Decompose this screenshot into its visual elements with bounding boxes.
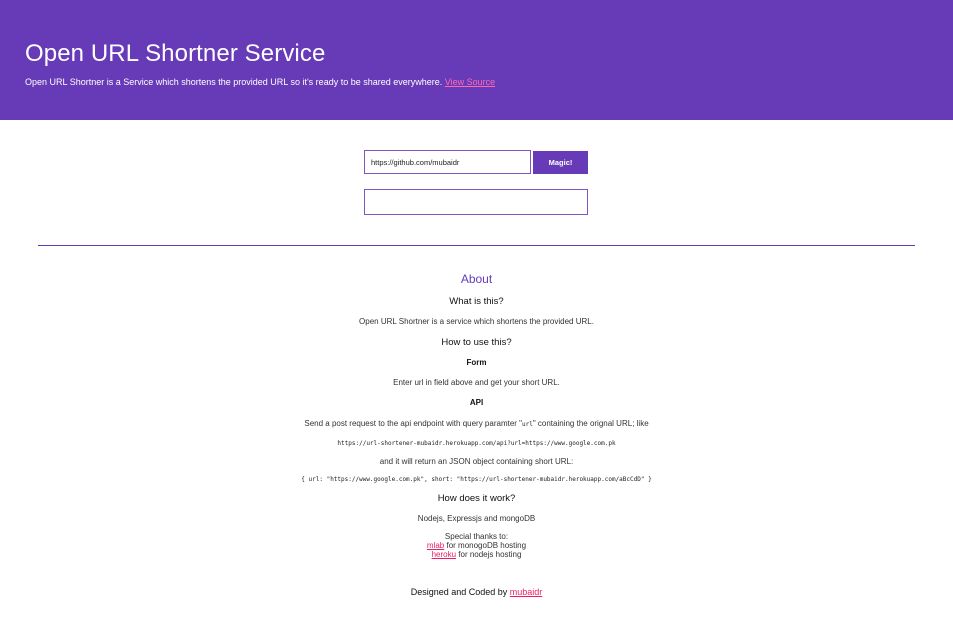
form-text: Enter url in field above and get your sh… — [393, 378, 560, 387]
api-return-example: { url: "https://www.google.com.pk", shor… — [301, 476, 652, 483]
api-param: url — [522, 421, 533, 428]
api-return-text: and it will return an JSON object contai… — [379, 457, 574, 466]
short-url-output[interactable] — [364, 189, 588, 215]
what-heading: What is this? — [449, 296, 504, 307]
footer: Designed and Coded by mubaidr — [0, 587, 953, 597]
what-text: Open URL Shortner is a service which sho… — [359, 317, 594, 326]
heroku-link[interactable]: heroku — [432, 550, 456, 559]
page-title: Open URL Shortner Service — [25, 40, 326, 67]
api-text: Send a post request to the api endpoint … — [0, 419, 953, 428]
divider — [38, 245, 915, 246]
page-description: Open URL Shortner is a Service which sho… — [25, 77, 495, 87]
about-heading: About — [460, 272, 493, 286]
api-heading: API — [469, 398, 484, 407]
mlab-link[interactable]: mlab — [427, 541, 444, 550]
mlab-text: for monogoDB hosting — [444, 541, 527, 550]
works-text: Nodejs, Expressjs and mongoDB — [417, 514, 536, 523]
works-heading: How does it work? — [437, 493, 516, 504]
heroku-text: for nodejs hosting — [456, 550, 522, 559]
thanks-heroku: heroku for nodejs hosting — [0, 550, 953, 559]
header-banner: Open URL Shortner Service Open URL Short… — [0, 0, 953, 120]
how-heading: How to use this? — [441, 337, 512, 348]
description-text: Open URL Shortner is a Service which sho… — [25, 77, 443, 87]
api-example: https://url-shortener-mubaidr.herokuapp.… — [337, 440, 616, 447]
api-text-before: Send a post request to the api endpoint … — [304, 419, 522, 428]
form-heading: Form — [466, 358, 487, 367]
thanks-mlab: mlab for monogoDB hosting — [0, 541, 953, 550]
author-link[interactable]: mubaidr — [510, 587, 543, 597]
api-text-after: " containing the orignal URL; like — [532, 419, 649, 428]
magic-button[interactable]: Magic! — [533, 151, 588, 174]
url-input[interactable] — [364, 150, 531, 174]
view-source-link[interactable]: View Source — [445, 77, 495, 87]
footer-text: Designed and Coded by — [410, 587, 510, 597]
thanks-label: Special thanks to: — [444, 532, 509, 541]
